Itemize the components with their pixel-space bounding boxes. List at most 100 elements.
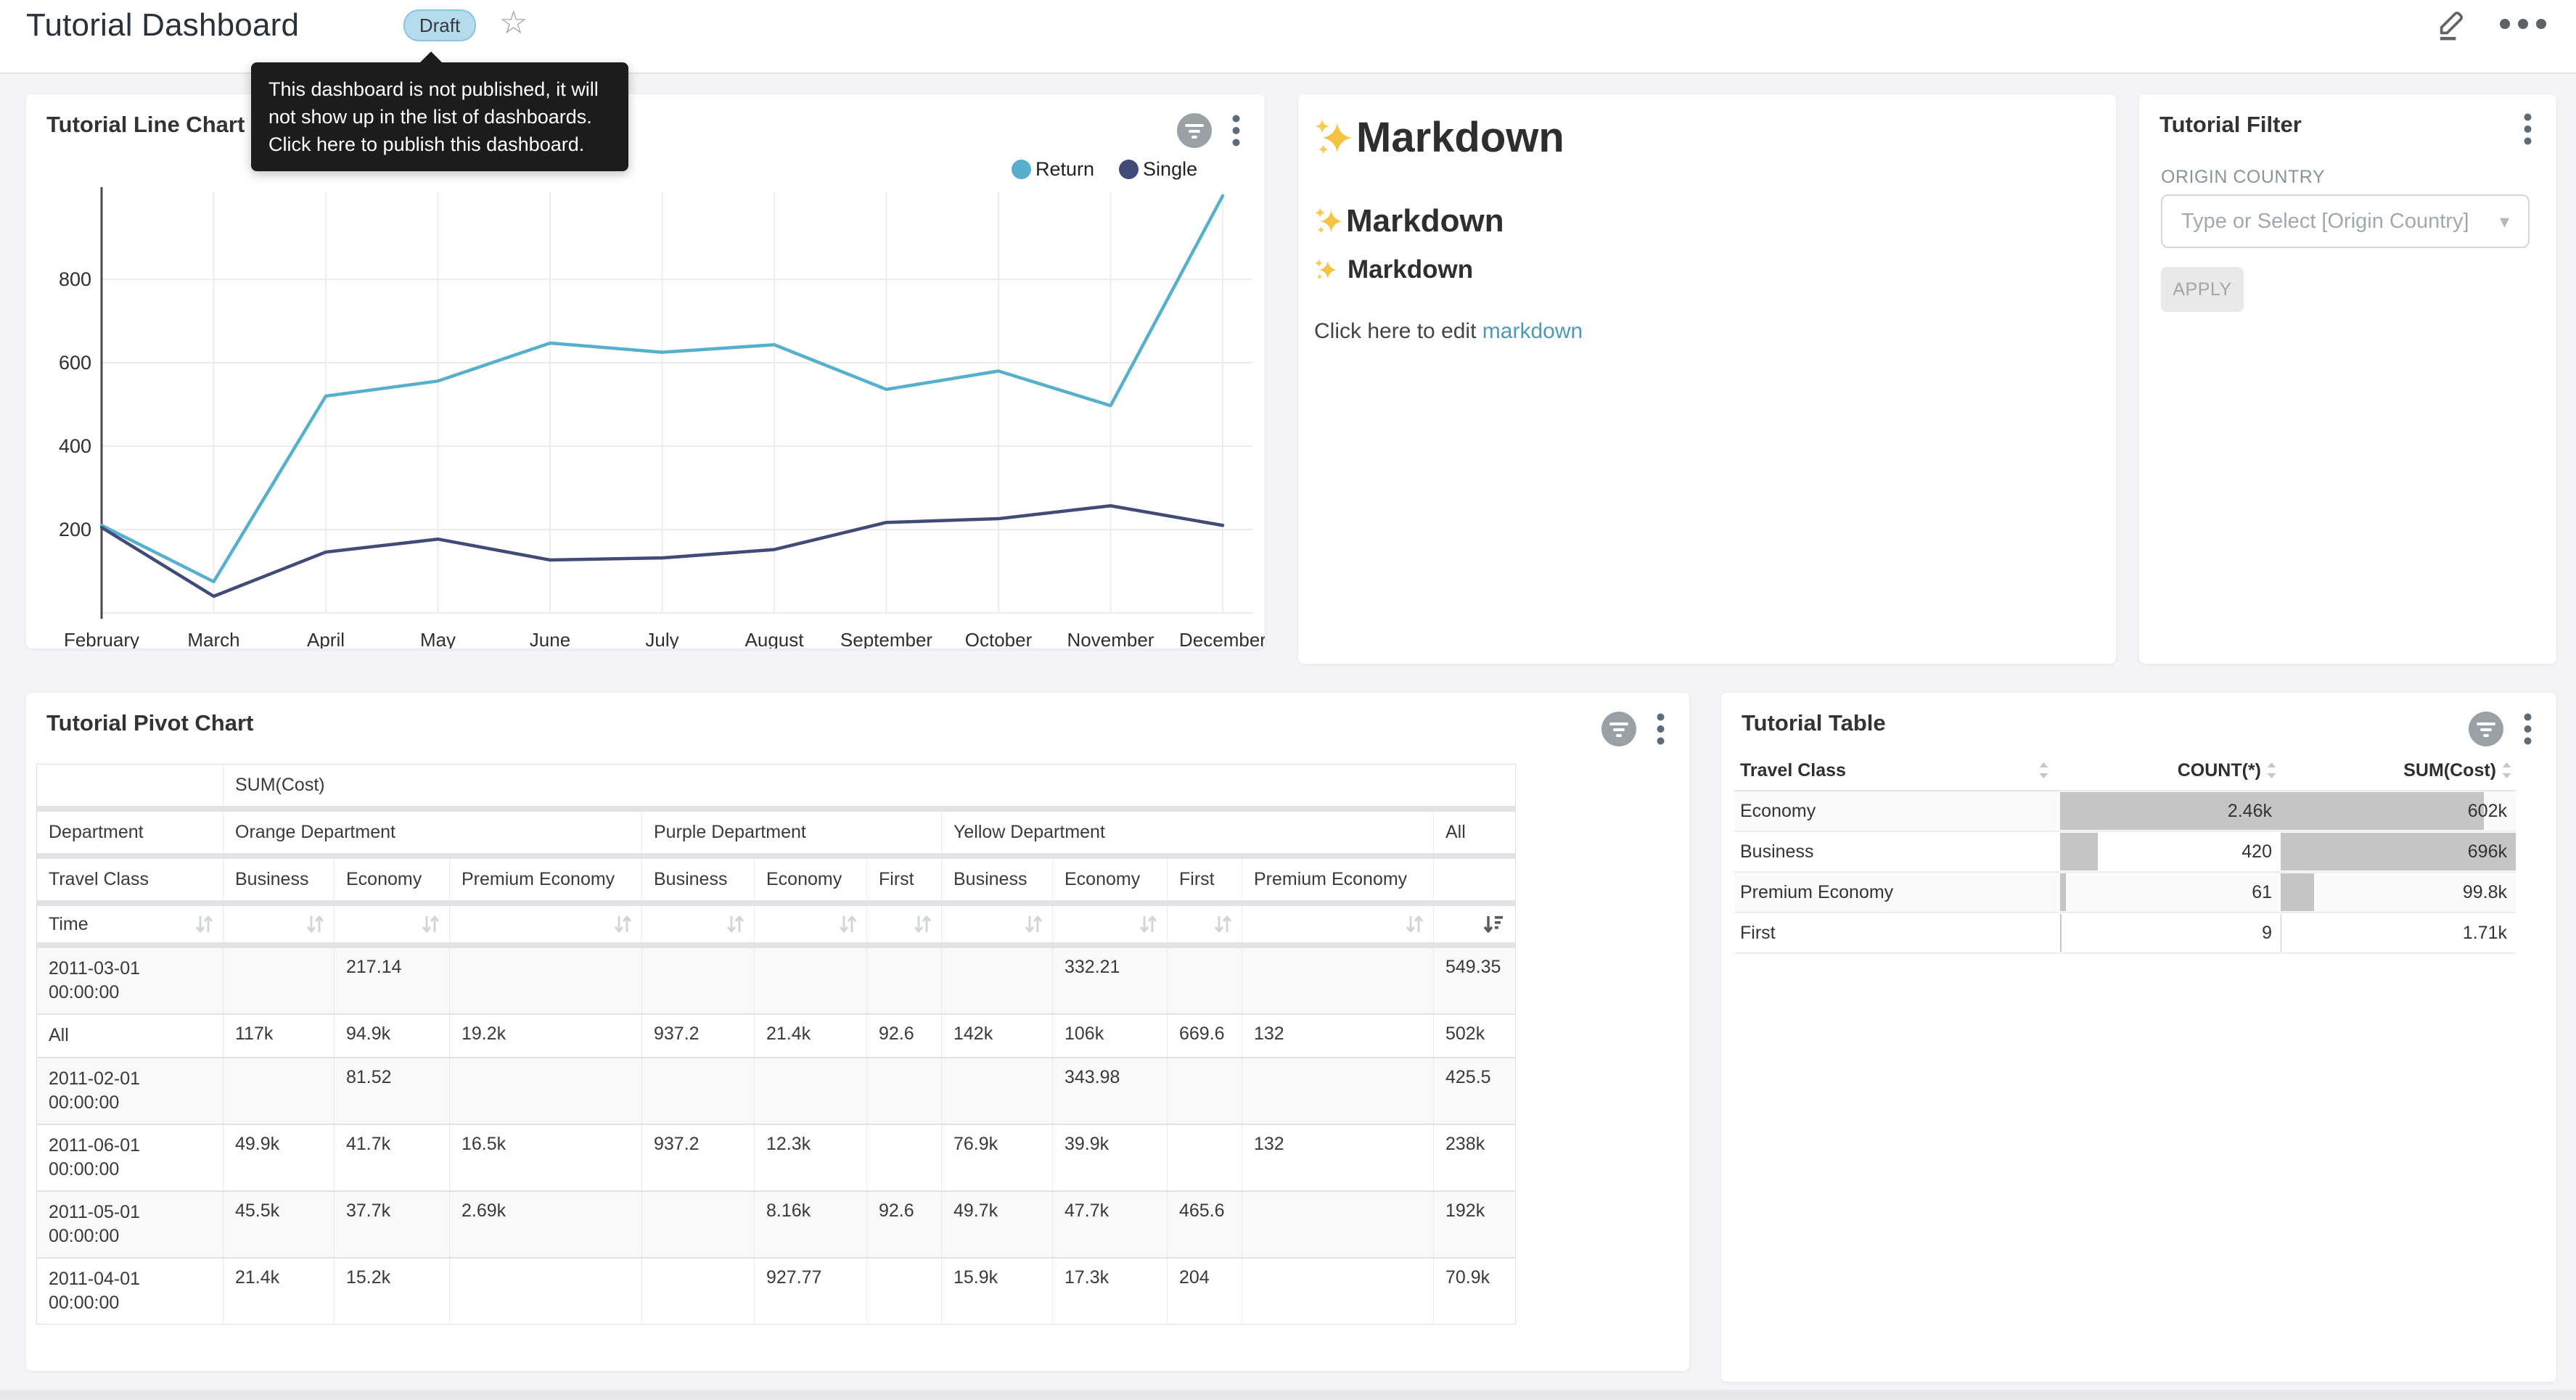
- single-legend-dot: [1119, 160, 1139, 179]
- sort-icon[interactable]: [194, 913, 214, 935]
- sort-icon[interactable]: [838, 913, 858, 935]
- pivot-class-dim-label: Travel Class: [37, 859, 223, 900]
- sort-icon[interactable]: [913, 913, 932, 935]
- markdown-h2: Markdown: [1314, 203, 1504, 239]
- pivot-sort-cell[interactable]: [1434, 906, 1512, 942]
- svg-text:April: April: [307, 629, 345, 648]
- travel-class-cell: First: [1734, 913, 2060, 952]
- sort-icon[interactable]: [1024, 913, 1043, 935]
- table-row: Business420696k: [1734, 832, 2516, 873]
- pivot-class-header: Business: [642, 859, 755, 900]
- pivot-value-cell: 21.4k: [755, 1015, 867, 1057]
- pivot-value-cell: 2.69k: [450, 1192, 642, 1257]
- cell-value: 420: [2241, 841, 2281, 862]
- pivot-sort-cell[interactable]: [1168, 906, 1242, 942]
- pivot-data-row: 2011-03-01 00:00:00217.14332.21549.35: [37, 948, 1515, 1013]
- pivot-group-header: Yellow Department: [942, 812, 1434, 853]
- filter-card: Tutorial Filter ORIGIN COUNTRY Type or S…: [2139, 94, 2556, 664]
- pivot-sort-cell[interactable]: [755, 906, 867, 942]
- pivot-group-header: Orange Department: [223, 812, 642, 853]
- travel-class-table: Travel ClassCOUNT(*)SUM(Cost)Economy2.46…: [1734, 751, 2516, 954]
- sort-icon[interactable]: [421, 913, 440, 935]
- legend-item-single[interactable]: Single: [1119, 158, 1197, 181]
- pivot-value-cell: 549.35: [1434, 948, 1512, 1013]
- table-row: First91.71k: [1734, 913, 2516, 954]
- pivot-value-cell: 37.7k: [335, 1192, 450, 1257]
- chart-filter-icon[interactable]: [2469, 712, 2503, 746]
- table-column-header[interactable]: COUNT(*): [2060, 751, 2281, 790]
- pivot-value-cell: 117k: [223, 1015, 335, 1057]
- favorite-star-icon[interactable]: ☆: [499, 4, 528, 41]
- sort-icon[interactable]: [1213, 913, 1233, 935]
- value-bar: [2060, 833, 2098, 870]
- pivot-corner-cell: [37, 765, 223, 806]
- pivot-sort-cell[interactable]: [450, 906, 642, 942]
- pivot-value-cell: [867, 1259, 942, 1324]
- chart-filter-icon[interactable]: [1601, 712, 1636, 746]
- sum-cell: 1.71k: [2281, 913, 2516, 952]
- sort-icon[interactable]: [2038, 761, 2050, 780]
- pivot-sort-cell[interactable]: [642, 906, 755, 942]
- pivot-value-cell: [642, 948, 755, 1013]
- draft-badge[interactable]: Draft: [403, 9, 476, 41]
- svg-text:800: 800: [59, 268, 91, 290]
- pivot-sort-cell[interactable]: [1242, 906, 1434, 942]
- pivot-value-cell: 465.6: [1168, 1192, 1242, 1257]
- legend-item-return[interactable]: Return: [1012, 158, 1094, 181]
- pivot-sort-cell[interactable]: [223, 906, 335, 942]
- origin-country-select[interactable]: Type or Select [Origin Country] ▾: [2161, 194, 2530, 248]
- pivot-chart-card: Tutorial Pivot Chart SUM(Cost)Department…: [26, 693, 1689, 1371]
- kebab-menu-icon[interactable]: [1232, 115, 1240, 147]
- pivot-value-cell: 15.9k: [942, 1259, 1053, 1324]
- markdown-edit-link[interactable]: markdown: [1482, 319, 1583, 343]
- origin-country-label: ORIGIN COUNTRY: [2161, 167, 2325, 188]
- publish-tooltip[interactable]: This dashboard is not published, it will…: [251, 62, 628, 171]
- pivot-value-cell: 502k: [1434, 1015, 1512, 1057]
- svg-text:July: July: [645, 629, 678, 648]
- kebab-menu-icon[interactable]: [1657, 713, 1665, 745]
- pivot-class-header: [1434, 859, 1512, 900]
- pivot-value-cell: [1242, 948, 1434, 1013]
- cell-value: 696k: [2468, 841, 2516, 862]
- pivot-sort-cell[interactable]: [942, 906, 1053, 942]
- sort-icon[interactable]: [1139, 913, 1158, 935]
- chart-filter-icon[interactable]: [1177, 113, 1212, 148]
- table-column-header[interactable]: Travel Class: [1734, 751, 2060, 790]
- pivot-row-label: All: [37, 1015, 223, 1057]
- pivot-value-cell: 41.7k: [335, 1125, 450, 1190]
- pivot-value-cell: 217.14: [335, 948, 450, 1013]
- kebab-menu-icon[interactable]: [2524, 713, 2532, 745]
- edit-dashboard-pencil-icon[interactable]: [2435, 6, 2469, 42]
- count-cell: 2.46k: [2060, 791, 2281, 831]
- ellipsis-menu-icon[interactable]: [2499, 18, 2547, 30]
- pivot-value-cell: [867, 1125, 942, 1190]
- filter-card-title: Tutorial Filter: [2159, 112, 2302, 138]
- pivot-row-label: 2011-06-01 00:00:00: [37, 1125, 223, 1190]
- kebab-menu-icon[interactable]: [2524, 113, 2532, 145]
- pivot-table: SUM(Cost)DepartmentOrange DepartmentPurp…: [36, 764, 1516, 1325]
- pivot-sort-cell[interactable]: [867, 906, 942, 942]
- return-legend-dot: [1012, 160, 1031, 179]
- table-column-header[interactable]: SUM(Cost): [2281, 751, 2516, 790]
- pivot-time-label[interactable]: Time: [37, 906, 223, 942]
- pivot-class-row: Travel ClassBusinessEconomyPremium Econo…: [37, 859, 1515, 900]
- sort-icon[interactable]: [726, 913, 745, 935]
- pivot-value-cell: 92.6: [867, 1015, 942, 1057]
- sort-icon[interactable]: [305, 913, 325, 935]
- value-bar: [2060, 914, 2062, 952]
- sort-desc-icon[interactable]: [1482, 913, 1504, 935]
- cell-value: 99.8k: [2463, 882, 2516, 903]
- sort-icon[interactable]: [1405, 913, 1424, 935]
- sort-icon[interactable]: [613, 913, 633, 935]
- pivot-value-cell: 21.4k: [223, 1259, 335, 1324]
- sparkles-icon: [1314, 207, 1346, 236]
- apply-button[interactable]: APPLY: [2161, 267, 2244, 312]
- pivot-sort-cell[interactable]: [335, 906, 450, 942]
- sort-icon[interactable]: [2265, 761, 2278, 780]
- sort-icon[interactable]: [2501, 761, 2513, 780]
- pivot-sort-cell[interactable]: [1053, 906, 1168, 942]
- pivot-class-header: Business: [223, 859, 335, 900]
- table-header-row: Travel ClassCOUNT(*)SUM(Cost): [1734, 751, 2516, 791]
- pivot-value-cell: 70.9k: [1434, 1259, 1512, 1324]
- pivot-value-cell: 49.7k: [942, 1192, 1053, 1257]
